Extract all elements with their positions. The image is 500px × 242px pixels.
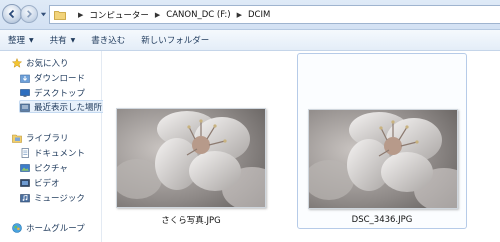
star-icon	[12, 57, 22, 68]
nav-documents[interactable]: ドキュメント	[20, 146, 85, 159]
nav-pictures[interactable]: ピクチャ	[20, 161, 68, 174]
nav-desktop[interactable]: デスクトップ	[20, 86, 85, 99]
organize-button[interactable]: 整理 ▼	[8, 30, 34, 50]
back-arrow-icon	[8, 9, 15, 19]
file-name: さくら写真.JPG	[161, 216, 221, 226]
forward-arrow-icon	[27, 10, 32, 18]
pictures-icon	[20, 163, 30, 172]
nav-homegroup-label: ホームグループ	[26, 223, 85, 234]
nav-music-label: ミュージック	[34, 193, 85, 204]
breadcrumb-separator-icon[interactable]: ▶	[155, 11, 160, 19]
downloads-folder-icon	[20, 74, 30, 83]
address-bar-area: ▶ コンピューター ▶ CANON_DC (F:) ▶ DCIM	[0, 0, 500, 30]
cherry-blossom-photo-icon	[309, 110, 457, 208]
desktop-icon	[20, 88, 30, 97]
nav-libraries[interactable]: ライブラリ	[12, 131, 69, 144]
homegroup-icon	[12, 222, 22, 233]
burn-button[interactable]: 書き込む	[91, 30, 125, 50]
cherry-blossom-photo-icon	[117, 109, 265, 207]
burn-label: 書き込む	[91, 36, 126, 46]
organize-label: 整理	[8, 36, 26, 46]
nav-recent-label: 最近表示した場所	[34, 102, 103, 113]
forward-button[interactable]	[20, 5, 38, 23]
breadcrumb-separator-icon[interactable]: ▶	[237, 11, 242, 19]
address-field[interactable]: ▶ コンピューター ▶ CANON_DC (F:) ▶ DCIM	[49, 5, 500, 24]
breadcrumb-computer[interactable]: コンピューター	[89, 9, 149, 21]
nav-music[interactable]: ミュージック	[20, 191, 85, 204]
file-tile-selected[interactable]: DSC_3436.JPG	[297, 53, 467, 229]
share-label: 共有	[49, 36, 67, 46]
recent-pages-dropdown-icon[interactable]	[40, 11, 47, 18]
breadcrumb-drive[interactable]: CANON_DC (F:)	[166, 10, 230, 20]
music-icon	[20, 193, 30, 202]
documents-icon	[21, 147, 29, 158]
chevron-down-icon: ▼	[70, 36, 76, 44]
file-name: DSC_3436.JPG	[351, 215, 413, 225]
breadcrumb-dcim[interactable]: DCIM	[248, 10, 270, 20]
nav-favorites-label: お気に入り	[26, 58, 69, 69]
new-folder-label: 新しいフォルダー	[141, 36, 210, 46]
new-folder-button[interactable]: 新しいフォルダー	[141, 30, 209, 50]
share-button[interactable]: 共有 ▼	[50, 30, 76, 50]
breadcrumb-separator-icon[interactable]: ▶	[78, 11, 83, 19]
nav-videos[interactable]: ビデオ	[20, 176, 60, 189]
navigation-pane: お気に入り ダウンロード デスクトップ 最近表示した場所 ライブラリ ドキュメン…	[0, 51, 106, 242]
nav-homegroup[interactable]: ホームグループ	[12, 221, 85, 234]
file-list: さくら写真.JPG DSC_3436.JPG	[103, 51, 500, 242]
file-thumbnail	[308, 109, 458, 209]
file-tile[interactable]: さくら写真.JPG	[106, 53, 276, 229]
nav-desktop-label: デスクトップ	[34, 88, 86, 99]
recent-places-icon	[20, 103, 30, 112]
nav-recent-places[interactable]: 最近表示した場所	[19, 100, 106, 113]
nav-videos-label: ビデオ	[34, 178, 60, 189]
command-bar: 整理 ▼ 共有 ▼ 書き込む 新しいフォルダー	[0, 30, 500, 51]
folder-icon	[54, 10, 66, 20]
nav-documents-label: ドキュメント	[34, 148, 86, 159]
nav-downloads-label: ダウンロード	[34, 73, 86, 84]
nav-downloads[interactable]: ダウンロード	[20, 71, 85, 84]
chevron-down-icon: ▼	[29, 36, 34, 44]
nav-pictures-label: ピクチャ	[34, 163, 68, 174]
file-thumbnail	[116, 108, 266, 208]
videos-icon	[20, 178, 30, 187]
nav-libraries-label: ライブラリ	[26, 133, 69, 144]
libraries-icon	[12, 134, 22, 143]
back-button[interactable]	[2, 4, 22, 24]
nav-favorites[interactable]: お気に入り	[12, 56, 69, 69]
